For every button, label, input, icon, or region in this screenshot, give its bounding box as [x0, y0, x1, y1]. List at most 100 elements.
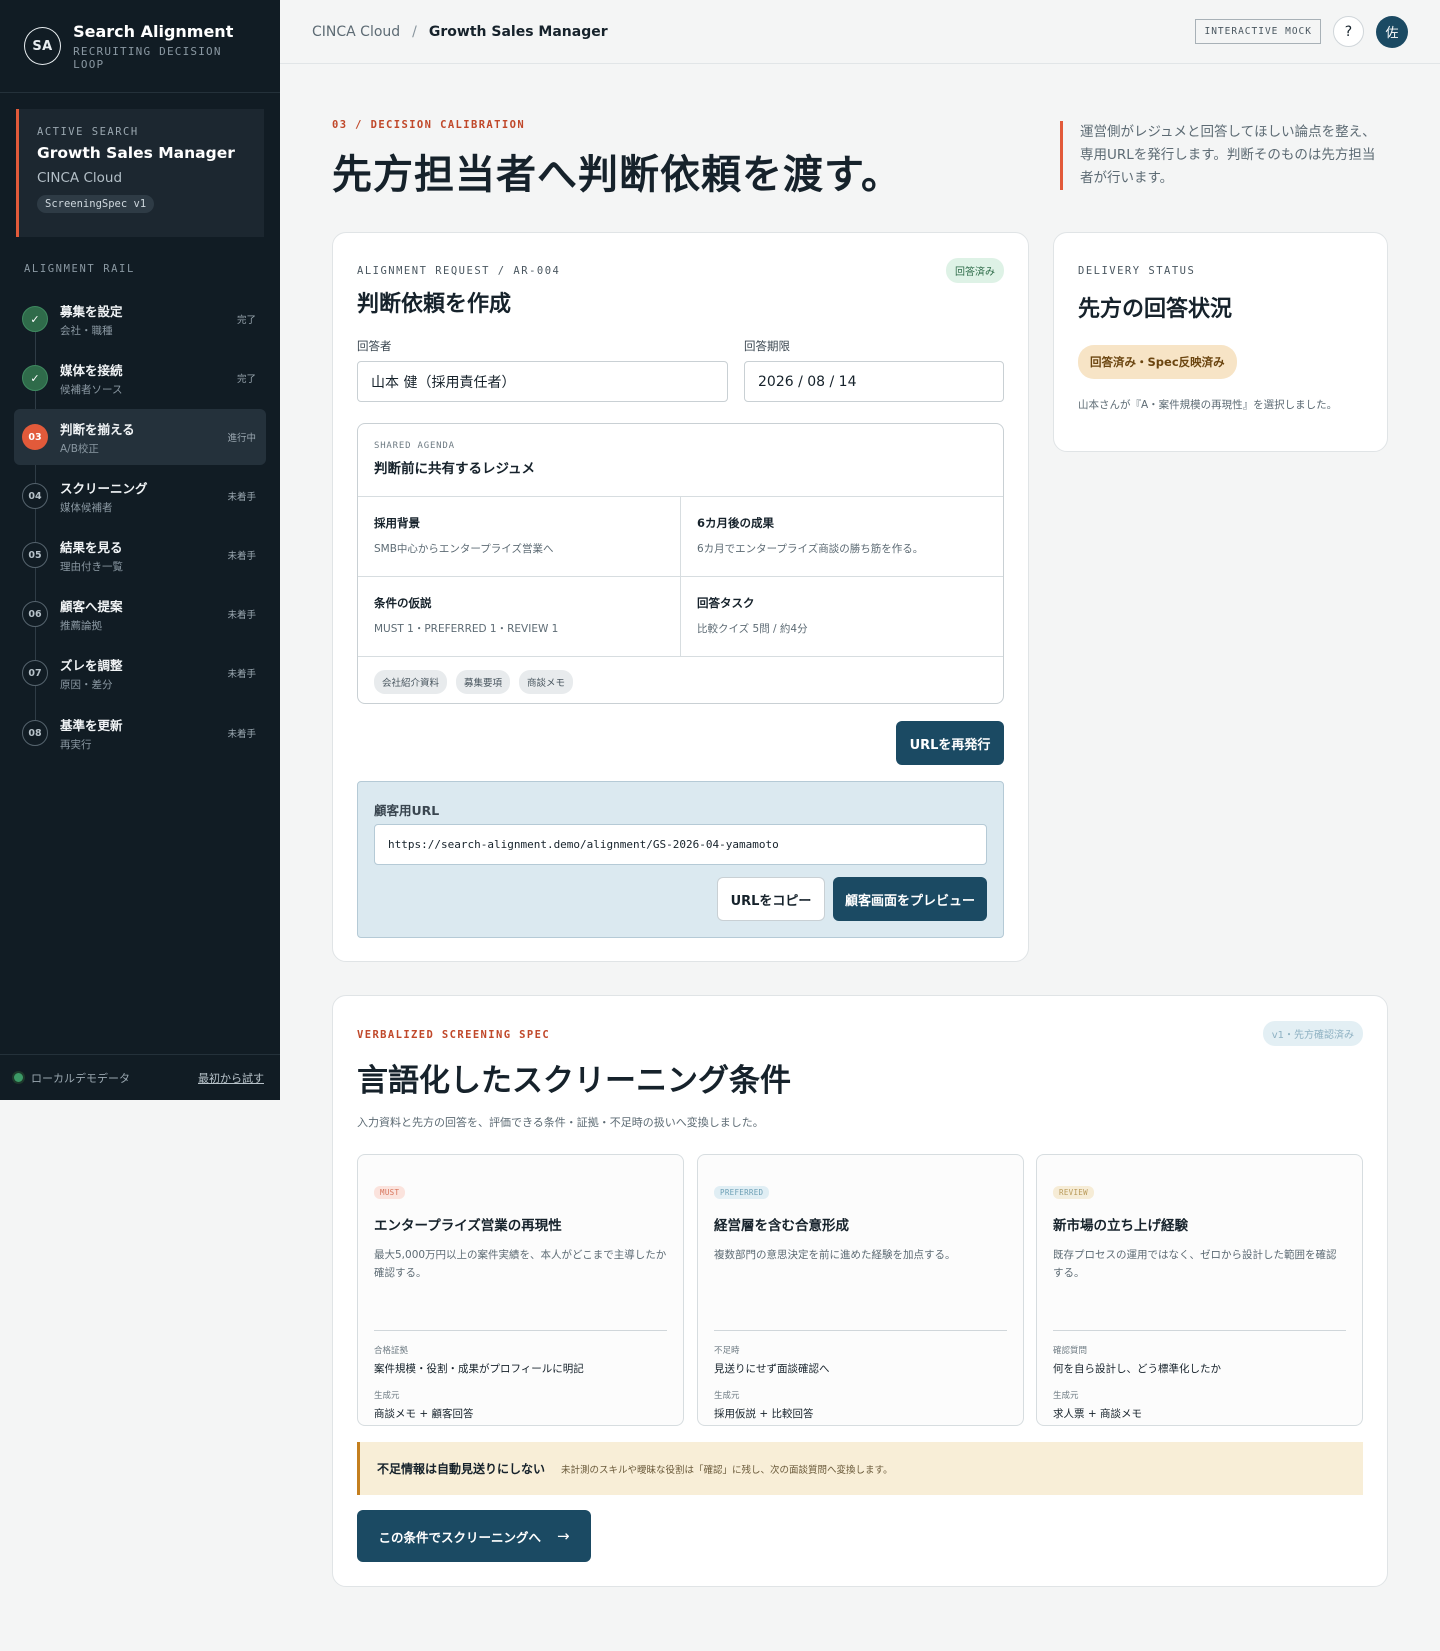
agenda-cell-title: 6カ月後の成果 [697, 516, 775, 530]
rail-item-sub: 媒体候補者 [60, 501, 113, 514]
request-eyebrow: ALIGNMENT REQUEST / AR-004 [357, 265, 561, 277]
brand-logo: SA [24, 27, 62, 65]
criterion-key: 生成元 [374, 1391, 400, 1401]
demo-data-label: ローカルデモデータ [31, 1071, 130, 1085]
sidebar-footer: ローカルデモデータ 最初から試す [0, 1054, 280, 1100]
rail-item-title: ズレを調整 [60, 657, 123, 673]
criterion-key: 確認質問 [1053, 1346, 1088, 1356]
spec-description: 入力資料と先方の回答を、評価できる条件・証拠・不足時の扱いへ変換しました。 [357, 1116, 764, 1129]
criterion-key: 生成元 [714, 1391, 740, 1401]
criterion-tag: MUST [374, 1186, 406, 1199]
status-dot-icon [14, 1073, 23, 1082]
rail-item-calibration[interactable]: 03 判断を揃える A/B校正 進行中 [14, 409, 266, 465]
rail-item-title: 顧客へ提案 [60, 598, 123, 614]
active-search-card[interactable]: ACTIVE SEARCH Growth Sales Manager CINCA… [16, 109, 264, 237]
arrow-right-icon: → [556, 1527, 570, 1545]
breadcrumb-current: Growth Sales Manager [428, 23, 608, 40]
rail-item-title: 基準を更新 [60, 717, 123, 733]
attachment-chips: 会社紹介資料 募集要項 商談メモ [358, 657, 1003, 703]
rail-item-status: 未着手 [227, 492, 256, 503]
rail-item-update[interactable]: 08 基準を更新 再実行 未着手 [14, 705, 266, 761]
alignment-request-card: ALIGNMENT REQUEST / AR-004 回答済み 判断依頼を作成 … [332, 232, 1029, 962]
rail-item-media-connect[interactable]: ✓ 媒体を接続 候補者ソース 完了 [14, 350, 266, 406]
page-note: 運営側がレジュメと回答してほしい論点を整え、専用URLを発行します。判断そのもの… [1060, 121, 1388, 190]
criterion-title: エンタープライズ営業の再現性 [374, 1218, 562, 1234]
preview-customer-button[interactable]: 顧客画面をプレビュー [833, 877, 987, 921]
proceed-screening-label: この条件でスクリーニングへ [378, 1529, 541, 1545]
agenda-cell-hypothesis: 条件の仮説 MUST 1・PREFERRED 1・REVIEW 1 [358, 577, 681, 657]
avatar[interactable]: 佐 [1376, 15, 1408, 48]
brand: SA Search Alignment RECRUITING DECISION … [0, 0, 280, 93]
missing-info-notice: 不足情報は自動見送りにしない 未計測のスキルや曖昧な役割は「確認」に残し、次の面… [357, 1442, 1363, 1495]
divider [1053, 1330, 1346, 1331]
step-number: 06 [22, 601, 48, 627]
deadline-label: 回答期限 [744, 339, 790, 353]
criterion-title: 経営層を含む合意形成 [714, 1218, 849, 1234]
breadcrumb-separator: / [412, 23, 417, 40]
agenda-title: 判断前に共有するレジュメ [374, 461, 536, 477]
rail-item-sub: 再実行 [60, 738, 92, 751]
agenda-cell-task: 回答タスク 比較クイズ 5問 / 約4分 [681, 577, 1003, 657]
help-button[interactable]: ? [1333, 16, 1364, 47]
agenda-cell-title: 回答タスク [697, 596, 755, 610]
agenda-eyebrow: SHARED AGENDA [374, 441, 455, 451]
criterion-tag: REVIEW [1053, 1186, 1094, 1199]
check-icon: ✓ [22, 365, 48, 391]
criterion-value: 見送りにせず面談確認へ [714, 1363, 830, 1375]
rail-item-adjust[interactable]: 07 ズレを調整 原因・差分 未着手 [14, 645, 266, 701]
spec-version-pill: v1・先方確認済み [1262, 1021, 1363, 1046]
rail-item-proposal[interactable]: 06 顧客へ提案 推薦論拠 未着手 [14, 586, 266, 642]
agenda-cell-value: SMB中心からエンタープライズ営業へ [374, 543, 554, 555]
rail-item-status: 未着手 [227, 669, 256, 680]
active-search-label: ACTIVE SEARCH [37, 126, 139, 138]
rail-item-title: 募集を設定 [60, 303, 123, 319]
criterion-card-must: MUST エンタープライズ営業の再現性 最大5,000万円以上の案件実績を、本人… [357, 1154, 684, 1426]
rail-item-title: スクリーニング [60, 480, 148, 496]
rail-item-screening[interactable]: 04 スクリーニング 媒体候補者 未着手 [14, 468, 266, 524]
criterion-desc: 複数部門の意思決定を前に進めた経験を加点する。 [714, 1249, 956, 1261]
rail-item-title: 判断を揃える [60, 421, 135, 437]
rail-item-sub: 推薦論拠 [60, 619, 102, 632]
rail-item-sub: A/B校正 [60, 442, 99, 455]
sidebar: SA Search Alignment RECRUITING DECISION … [0, 0, 280, 1100]
rail-item-title: 媒体を接続 [60, 362, 123, 378]
step-number: 03 [22, 424, 48, 450]
respondent-field[interactable]: 山本 健（採用責任者） [357, 361, 728, 402]
rail-item-recruit-setup[interactable]: ✓ 募集を設定 会社・職種 完了 [14, 291, 266, 347]
spec-title: 言語化したスクリーニング条件 [357, 1063, 791, 1099]
copy-url-button[interactable]: URLをコピー [717, 877, 825, 921]
restart-link[interactable]: 最初から試す [198, 1070, 264, 1086]
rail-label: ALIGNMENT RAIL [24, 263, 135, 275]
criterion-desc: 最大5,000万円以上の案件実績を、本人がどこまで主導したか確認する。 [374, 1249, 667, 1279]
topbar: CINCA Cloud / Growth Sales Manager INTER… [280, 0, 1440, 64]
step-number: 05 [22, 542, 48, 568]
notice-title: 不足情報は自動見送りにしない [377, 1462, 546, 1476]
deadline-field[interactable]: 2026 / 08 / 14 [744, 361, 1004, 402]
rail-item-sub: 原因・差分 [60, 678, 113, 691]
criterion-value: 商談メモ + 顧客回答 [374, 1408, 474, 1420]
brand-title: Search Alignment [73, 21, 234, 41]
criterion-title: 新市場の立ち上げ経験 [1053, 1218, 1188, 1234]
rail-item-status: 未着手 [227, 551, 256, 562]
customer-url-field[interactable]: https://search-alignment.demo/alignment/… [374, 824, 987, 865]
attachment-chip[interactable]: 商談メモ [519, 670, 574, 694]
rail-item-sub: 候補者ソース [60, 383, 123, 396]
customer-url-panel: 顧客用URL https://search-alignment.demo/ali… [357, 781, 1004, 938]
active-search-company: CINCA Cloud [37, 170, 123, 186]
rail-item-results[interactable]: 05 結果を見る 理由付き一覧 未着手 [14, 527, 266, 583]
agenda-cell-value: MUST 1・PREFERRED 1・REVIEW 1 [374, 623, 559, 635]
rail-item-status: 未着手 [227, 729, 256, 740]
request-title: 判断依頼を作成 [357, 292, 512, 317]
attachment-chip[interactable]: 募集要項 [456, 670, 511, 694]
breadcrumb-root[interactable]: CINCA Cloud [312, 24, 400, 40]
delivery-note: 山本さんが『A・案件規模の再現性』を選択しました。 [1078, 399, 1338, 411]
spec-eyebrow: VERBALIZED SCREENING SPEC [357, 1029, 551, 1041]
delivery-title: 先方の回答状況 [1078, 297, 1233, 322]
rail-item-status: 進行中 [227, 433, 256, 444]
reissue-url-button[interactable]: URLを再発行 [896, 721, 1004, 765]
attachment-chip[interactable]: 会社紹介資料 [374, 670, 448, 694]
spec-version-badge: ScreeningSpec v1 [37, 195, 155, 213]
delivery-status-card: DELIVERY STATUS 先方の回答状況 回答済み・Spec反映済み 山本… [1053, 232, 1388, 452]
criterion-value: 求人票 + 商談メモ [1053, 1408, 1142, 1420]
proceed-screening-button[interactable]: この条件でスクリーニングへ → [357, 1510, 591, 1562]
